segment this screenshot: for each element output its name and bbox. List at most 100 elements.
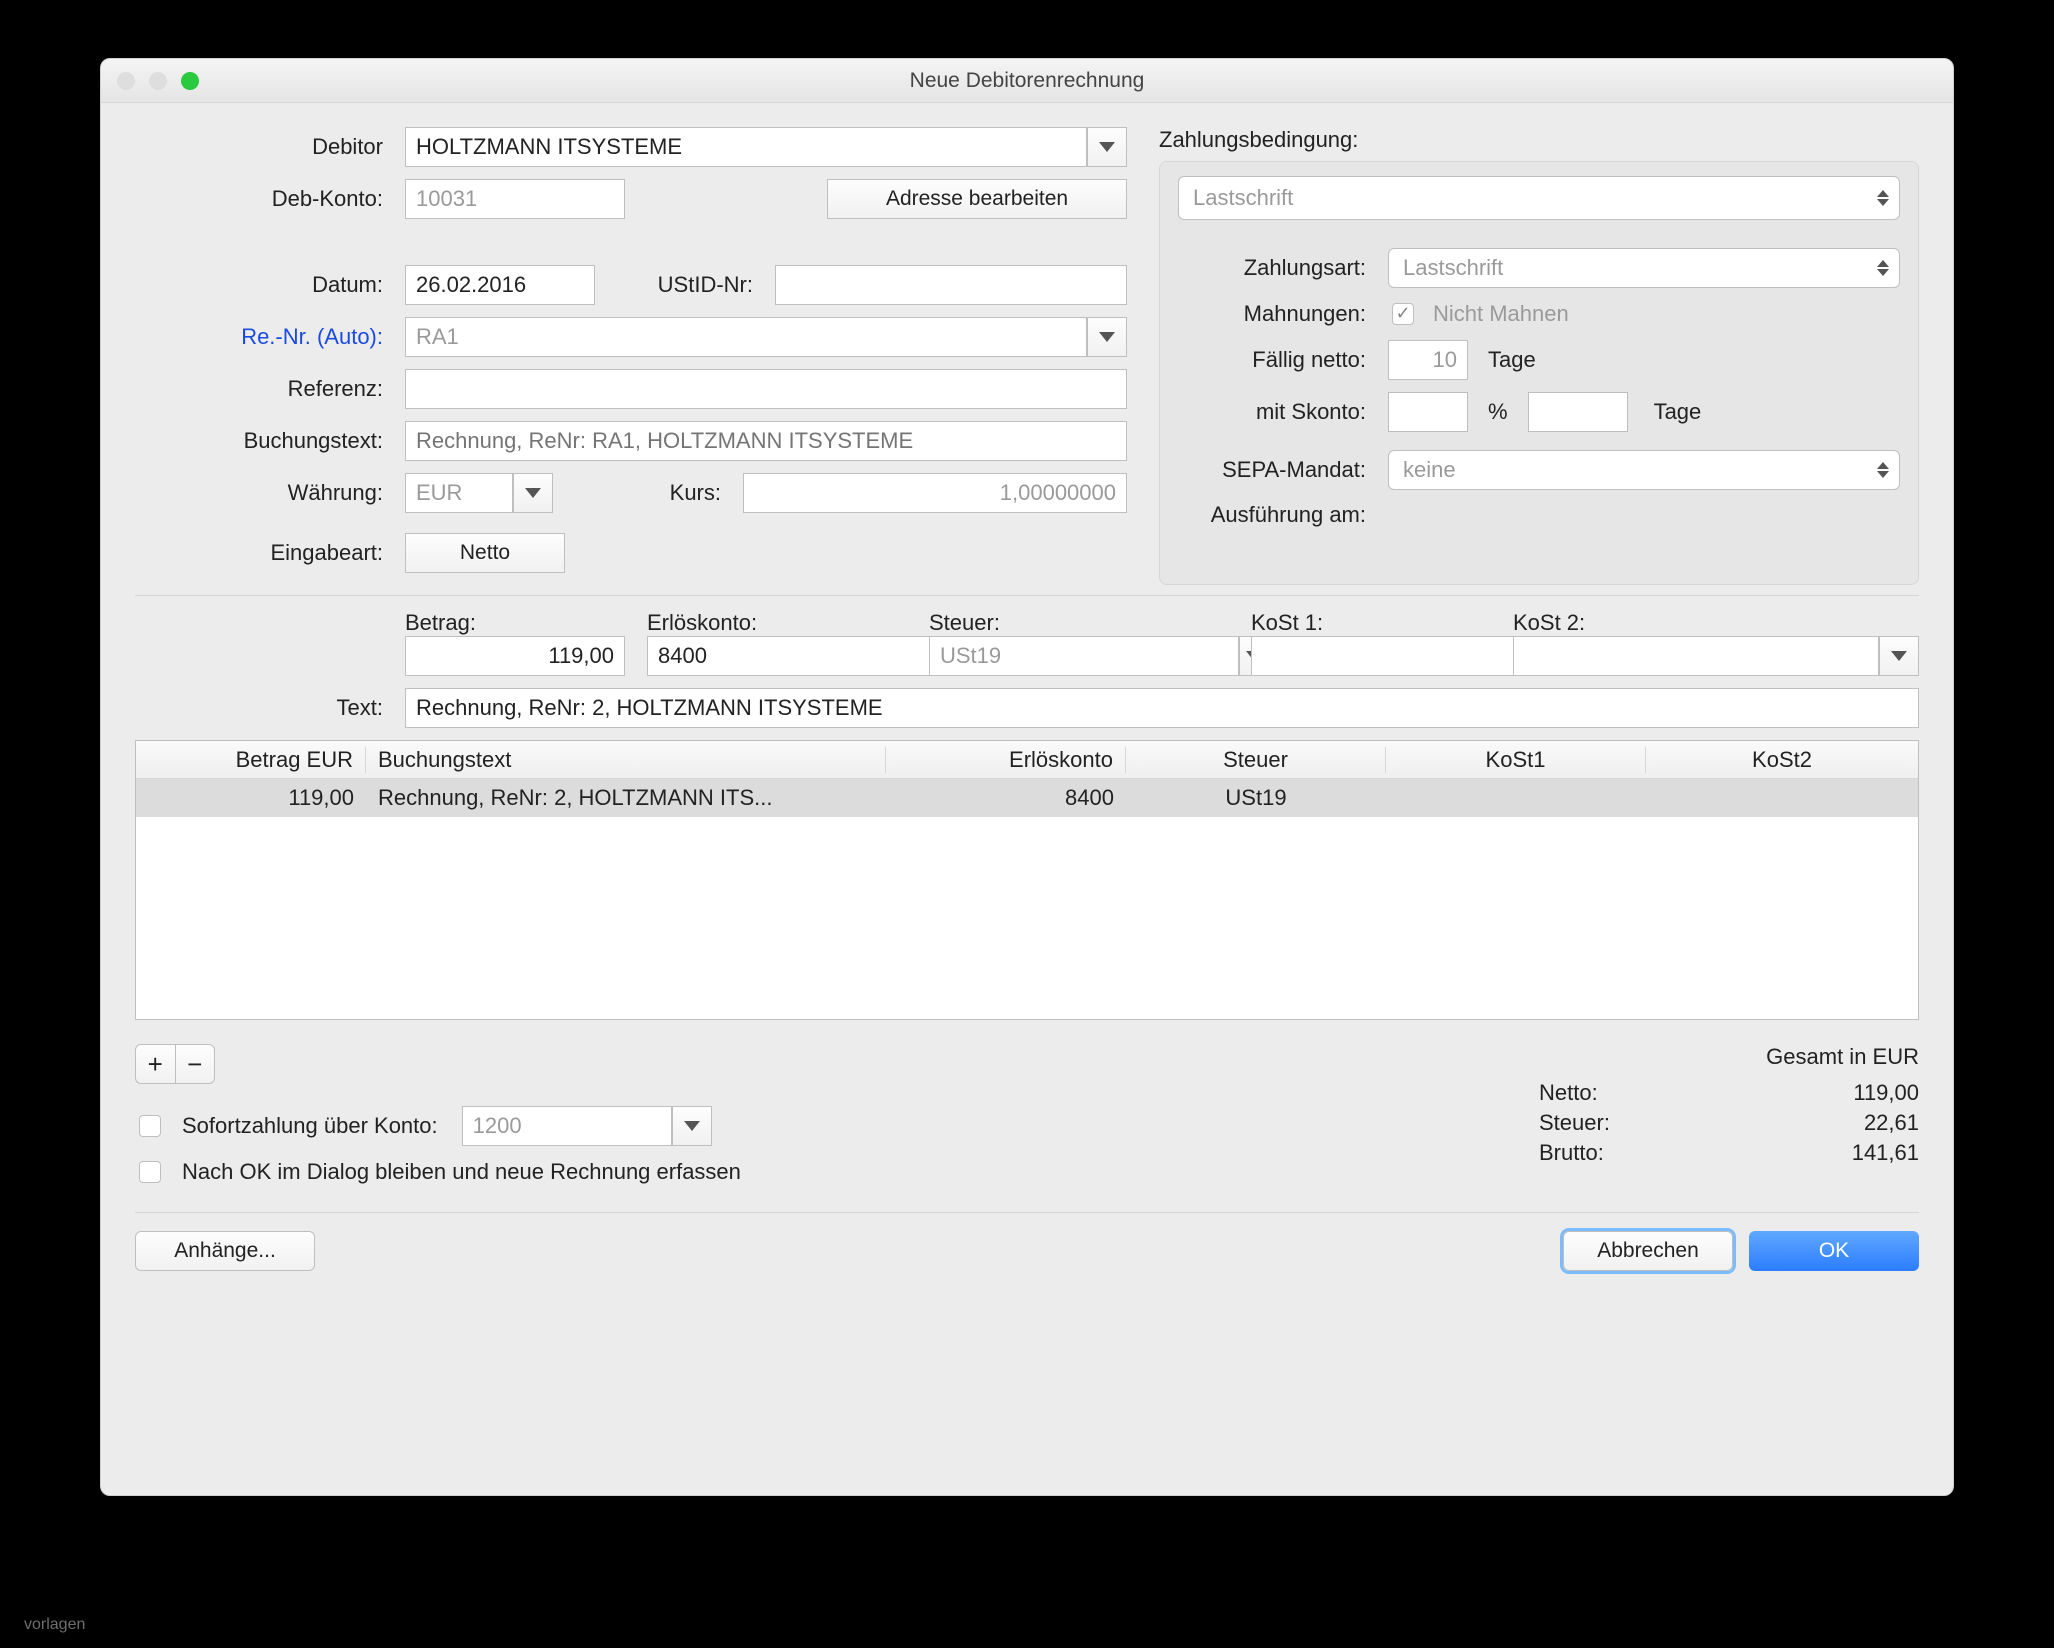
sofortzahlung-checkbox[interactable]: [139, 1115, 161, 1137]
anhaenge-button[interactable]: Anhänge...: [135, 1231, 315, 1271]
betrag-label: Betrag:: [405, 610, 625, 636]
cell-steuer: USt19: [1126, 785, 1386, 811]
sofortzahlung-konto-dropdown-button[interactable]: [672, 1106, 712, 1146]
col-steuer[interactable]: Steuer: [1126, 747, 1386, 773]
arrow-down-icon: [1877, 269, 1889, 276]
faellignetto-label: Fällig netto:: [1178, 347, 1378, 373]
payment-condition-value: Lastschrift: [1193, 185, 1293, 211]
zahlungsbedingung-label: Zahlungsbedingung:: [1159, 127, 1358, 153]
erloeskonto-input[interactable]: [647, 636, 957, 676]
erloeskonto-label: Erlöskonto:: [647, 610, 907, 636]
dialog-footer: Anhänge... Abbrechen OK: [135, 1212, 1919, 1291]
chevron-down-icon: [525, 488, 541, 498]
steuer-input[interactable]: [929, 636, 1239, 676]
ustidnr-label: UStID-Nr:: [605, 272, 765, 298]
cell-konto: 8400: [886, 785, 1126, 811]
nicht-mahnen-label: Nicht Mahnen: [1433, 301, 1569, 327]
debkonto-input: [405, 179, 625, 219]
arrow-up-icon: [1877, 190, 1889, 197]
window-zoom-button[interactable]: [181, 72, 199, 90]
sofortzahlung-konto-input: [462, 1106, 672, 1146]
renr-label[interactable]: Re.-Nr. (Auto):: [135, 324, 395, 350]
skonto-tage-input[interactable]: [1528, 392, 1628, 432]
kost2-dropdown-button[interactable]: [1879, 636, 1919, 676]
referenz-input[interactable]: [405, 369, 1127, 409]
steuer-total-value: 22,61: [1864, 1110, 1919, 1136]
kost1-label: KoSt 1:: [1251, 610, 1491, 636]
line-items-table: Betrag EUR Buchungstext Erlöskonto Steue…: [135, 740, 1919, 1020]
add-line-button[interactable]: +: [136, 1045, 176, 1083]
betrag-input[interactable]: [405, 636, 625, 676]
buchungstext-input[interactable]: [405, 421, 1127, 461]
chevron-down-icon: [1099, 332, 1115, 342]
window-close-button[interactable]: [117, 72, 135, 90]
separator: [135, 595, 1919, 596]
dialog-window: Neue Debitorenrechnung Debitor Deb-Konto…: [100, 58, 1954, 1496]
renr-input: [405, 317, 1087, 357]
col-kost2[interactable]: KoSt2: [1646, 747, 1918, 773]
col-kost1[interactable]: KoSt1: [1386, 747, 1646, 773]
debkonto-label: Deb-Konto:: [135, 186, 395, 212]
stayindialog-label: Nach OK im Dialog bleiben und neue Rechn…: [182, 1159, 741, 1185]
adresse-bearbeiten-button[interactable]: Adresse bearbeiten: [827, 179, 1127, 219]
ustidnr-input[interactable]: [775, 265, 1127, 305]
brutto-total-value: 141,61: [1852, 1140, 1919, 1166]
netto-total-value: 119,00: [1853, 1080, 1919, 1106]
kurs-label: Kurs:: [563, 480, 733, 506]
text-label: Text:: [135, 695, 395, 721]
col-buchungstext[interactable]: Buchungstext: [366, 747, 886, 773]
skonto-label: mit Skonto:: [1178, 399, 1378, 425]
window-minimize-button[interactable]: [149, 72, 167, 90]
watermark-text: vorlagen: [24, 1616, 85, 1634]
payment-method-select[interactable]: Lastschrift: [1178, 176, 1900, 220]
kurs-input: [743, 473, 1127, 513]
window-title: Neue Debitorenrechnung: [910, 69, 1145, 93]
arrow-up-icon: [1877, 260, 1889, 267]
ausfuehrung-label: Ausführung am:: [1178, 502, 1378, 528]
table-header: Betrag EUR Buchungstext Erlöskonto Steue…: [136, 741, 1918, 779]
waehrung-dropdown-button[interactable]: [513, 473, 553, 513]
mahnungen-label: Mahnungen:: [1178, 301, 1378, 327]
sepa-value: keine: [1403, 457, 1456, 483]
datum-input[interactable]: [405, 265, 595, 305]
skonto-pct-input[interactable]: [1388, 392, 1468, 432]
table-row[interactable]: 119,00 Rechnung, ReNr: 2, HOLTZMANN ITS.…: [136, 779, 1918, 817]
debitor-input[interactable]: [405, 127, 1087, 167]
netto-total-label: Netto:: [1539, 1080, 1598, 1106]
waehrung-label: Währung:: [135, 480, 395, 506]
debitor-dropdown-button[interactable]: [1087, 127, 1127, 167]
arrow-down-icon: [1877, 199, 1889, 206]
chevron-down-icon: [1891, 651, 1907, 661]
sepa-select[interactable]: keine: [1388, 450, 1900, 490]
cell-betrag: 119,00: [136, 785, 366, 811]
zahlungsart-label: Zahlungsart:: [1178, 255, 1378, 281]
steuer-total-label: Steuer:: [1539, 1110, 1610, 1136]
nicht-mahnen-checkbox: [1392, 303, 1414, 325]
arrow-up-icon: [1877, 462, 1889, 469]
waehrung-input: [405, 473, 513, 513]
kost2-input[interactable]: [1513, 636, 1879, 676]
zahlungsart-select[interactable]: Lastschrift: [1388, 248, 1900, 288]
cell-text: Rechnung, ReNr: 2, HOLTZMANN ITS...: [366, 785, 886, 811]
renr-dropdown-button[interactable]: [1087, 317, 1127, 357]
percent-label: %: [1488, 399, 1508, 425]
col-erloeskonto[interactable]: Erlöskonto: [886, 747, 1126, 773]
text-input[interactable]: [405, 688, 1919, 728]
ok-button[interactable]: OK: [1749, 1231, 1919, 1271]
buchungstext-label: Buchungstext:: [135, 428, 395, 454]
zahlungsart-value: Lastschrift: [1403, 255, 1503, 281]
cancel-button[interactable]: Abbrechen: [1563, 1231, 1733, 1271]
totals-panel: Gesamt in EUR Netto:119,00 Steuer:22,61 …: [1539, 1044, 1919, 1198]
traffic-lights: [117, 59, 199, 102]
kost2-label: KoSt 2:: [1513, 610, 1919, 636]
chevron-down-icon: [684, 1121, 700, 1131]
arrow-down-icon: [1877, 471, 1889, 478]
stayindialog-checkbox[interactable]: [139, 1161, 161, 1183]
steuer-label: Steuer:: [929, 610, 1229, 636]
netto-toggle-button[interactable]: Netto: [405, 533, 565, 573]
tage-label-2: Tage: [1654, 399, 1702, 425]
faellignetto-input: [1388, 340, 1468, 380]
col-betrag[interactable]: Betrag EUR: [136, 747, 366, 773]
sepa-label: SEPA-Mandat:: [1178, 457, 1378, 483]
remove-line-button[interactable]: −: [176, 1045, 215, 1083]
